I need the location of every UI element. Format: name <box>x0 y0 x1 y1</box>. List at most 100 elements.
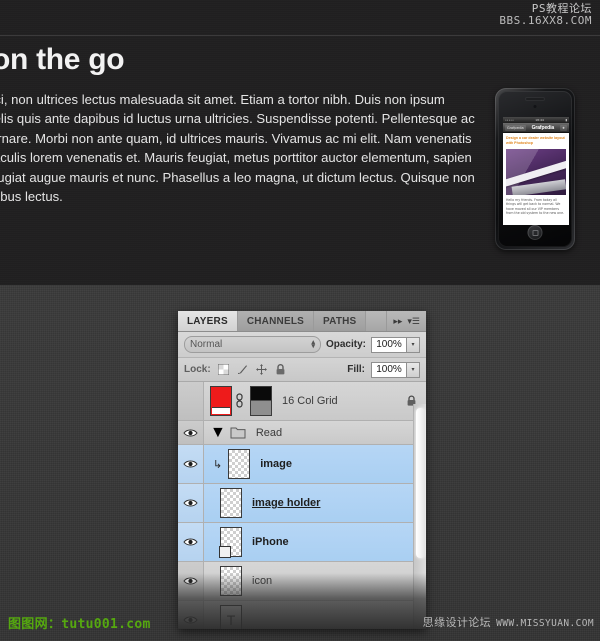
brush-lock-icon[interactable] <box>236 363 249 376</box>
table-row[interactable]: ▼ Read <box>178 421 426 445</box>
battery-icon: ▮ <box>565 118 567 122</box>
nav-back-button[interactable]: Grafpedia <box>505 124 526 131</box>
visibility-toggle[interactable] <box>178 484 204 522</box>
eye-icon[interactable] <box>183 615 198 625</box>
clipping-mask-icon: ↳ <box>213 458 223 471</box>
eye-icon[interactable] <box>183 537 198 547</box>
fill-field[interactable]: 100% ▾ <box>371 361 420 378</box>
article-heading: Design a car dealer website layout with … <box>506 136 565 145</box>
collapse-icon[interactable]: ▸▸ <box>393 316 402 327</box>
panel-tab-bar: LAYERS CHANNELS PATHS ▸▸ ▾☰ <box>178 311 426 332</box>
lock-label: Lock: <box>184 364 211 375</box>
panel-scrollbar[interactable] <box>413 404 426 629</box>
layer-mask-thumbnail[interactable] <box>250 386 272 416</box>
layer-name: 16 Col Grid <box>282 395 338 407</box>
layer-thumbnail[interactable] <box>210 386 232 416</box>
watermark-line-2: BBS.16XX8.COM <box>499 14 592 28</box>
layer-thumbnail[interactable] <box>220 488 242 518</box>
table-row[interactable]: image holder <box>178 484 426 523</box>
layer-name: icon <box>252 575 273 587</box>
tab-paths[interactable]: PATHS <box>314 311 367 331</box>
panel-controls: ▸▸ ▾☰ <box>387 311 426 331</box>
bottom-left-watermark: 图图网：tutu001.com <box>8 617 151 632</box>
blend-opacity-row: Normal ▴ ▾ Opacity: 100% ▾ <box>178 332 426 358</box>
favorite-star-icon[interactable]: ★ <box>559 124 567 131</box>
blend-mode-select[interactable]: Normal ▴ ▾ <box>184 336 321 353</box>
eye-icon[interactable] <box>183 576 198 586</box>
page-title: on the go <box>0 43 125 76</box>
group-expand-arrow[interactable]: ▼ <box>210 424 226 442</box>
chevron-updown-icon: ▴ ▾ <box>311 338 315 350</box>
fill-label: Fill: <box>347 364 365 375</box>
iphone-mockup: ••••• 18:44 ▮ Grafpedia Grafpedia ★ Desi… <box>495 88 575 250</box>
layer-list: 16 Col Grid ▼ Read ↳ image image holder … <box>178 382 426 629</box>
eye-icon[interactable] <box>183 428 198 438</box>
iphone-home-button[interactable] <box>527 225 543 240</box>
watermark-cn: 思缘设计论坛 <box>422 616 492 629</box>
fill-dropdown-icon[interactable]: ▾ <box>407 361 420 378</box>
eye-icon[interactable] <box>183 459 198 469</box>
paragraph-line: felis quis ante dapibus id luctus urna u… <box>0 111 475 127</box>
iphone-nav-bar: Grafpedia Grafpedia ★ <box>503 123 569 133</box>
paragraph-line: eugiat augue mauris et nunc. Phasellus a… <box>0 169 475 185</box>
text-layer-thumbnail[interactable]: T <box>220 605 242 629</box>
top-watermark: PS教程论坛 BBS.16XX8.COM <box>499 2 592 28</box>
visibility-toggle[interactable] <box>178 445 204 483</box>
layer-thumbnail[interactable] <box>228 449 251 479</box>
hero-section: on the go rci, non ultrices lectus males… <box>0 0 600 285</box>
lock-fill-row: Lock: Fill: 100% ▾ <box>178 358 426 382</box>
iphone-screen: ••••• 18:44 ▮ Grafpedia Grafpedia ★ Desi… <box>503 117 569 225</box>
move-lock-icon[interactable] <box>255 363 268 376</box>
scrollbar-thumb[interactable] <box>416 408 425 558</box>
paragraph-line: pibus lectus. <box>0 189 63 205</box>
paragraph-line: ornare. Morbi non ante quam, id ultrices… <box>0 130 472 146</box>
layer-name: image <box>260 458 293 470</box>
nav-title: Grafpedia <box>531 124 555 131</box>
iphone-camera-icon <box>533 105 537 108</box>
paragraph-line: iaculis lorem venenatis et. Mauris feugi… <box>0 150 472 166</box>
folder-icon <box>230 427 246 439</box>
bottom-right-watermark: 思缘设计论坛 WWW.MISSYUAN.COM <box>423 614 594 630</box>
link-icon[interactable] <box>235 393 244 409</box>
tab-layers[interactable]: LAYERS <box>178 311 238 331</box>
visibility-toggle[interactable] <box>178 421 204 444</box>
hero-divider <box>0 35 600 36</box>
layer-name: iPhone <box>252 536 289 548</box>
opacity-field[interactable]: 100% ▾ <box>371 336 420 353</box>
visibility-toggle[interactable] <box>178 382 204 420</box>
opacity-dropdown-icon[interactable]: ▾ <box>407 336 420 353</box>
table-row[interactable]: T <box>178 601 426 629</box>
watermark-en: WWW.MISSYUAN.COM <box>496 618 594 629</box>
opacity-value[interactable]: 100% <box>371 336 407 353</box>
transparency-lock-icon[interactable] <box>217 363 230 376</box>
visibility-toggle[interactable] <box>178 601 204 629</box>
table-row[interactable]: iPhone <box>178 523 426 562</box>
table-row[interactable]: 16 Col Grid <box>178 382 426 421</box>
tab-channels[interactable]: CHANNELS <box>237 311 315 331</box>
opacity-label: Opacity: <box>325 339 366 350</box>
layer-thumbnail[interactable] <box>220 566 242 596</box>
visibility-toggle[interactable] <box>178 523 204 561</box>
blend-mode-value: Normal <box>190 339 223 350</box>
fill-value[interactable]: 100% <box>371 361 407 378</box>
paragraph-line: rci, non ultrices lectus malesuada sit a… <box>0 92 445 107</box>
all-lock-icon[interactable] <box>274 363 287 376</box>
layer-name: Read <box>255 426 283 439</box>
smart-object-icon <box>219 546 231 558</box>
signal-icon: ••••• <box>505 118 514 122</box>
article-image <box>506 149 566 195</box>
panel-menu-icon[interactable]: ▾☰ <box>407 316 420 327</box>
table-row[interactable]: ↳ image <box>178 445 426 484</box>
iphone-speaker <box>526 98 544 100</box>
layers-panel: LAYERS CHANNELS PATHS ▸▸ ▾☰ Normal ▴ ▾ Op… <box>178 311 426 629</box>
status-time: 18:44 <box>535 118 544 122</box>
table-row[interactable]: icon <box>178 562 426 601</box>
hero-paragraph: rci, non ultrices lectus malesuada sit a… <box>0 90 475 206</box>
iphone-body: ••••• 18:44 ▮ Grafpedia Grafpedia ★ Desi… <box>498 91 572 247</box>
layer-name: image holder <box>252 497 321 509</box>
article-body: Hello my friends. From today all things … <box>506 198 565 215</box>
eye-icon[interactable] <box>183 498 198 508</box>
layer-thumbnail-wrap[interactable] <box>219 527 242 558</box>
visibility-toggle[interactable] <box>178 562 204 600</box>
tab-bar-spacer <box>366 311 388 331</box>
